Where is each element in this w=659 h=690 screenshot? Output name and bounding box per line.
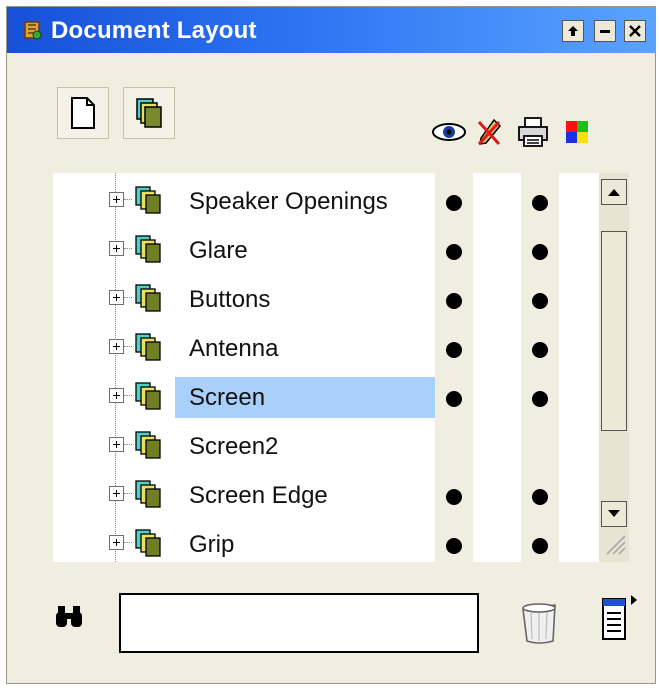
restore-button[interactable] — [562, 20, 584, 42]
printable-dot[interactable] — [532, 195, 548, 211]
resize-grip-icon[interactable] — [601, 528, 627, 556]
no-edit-pencil-icon — [477, 118, 502, 146]
expand-icon[interactable] — [109, 241, 124, 256]
expand-icon[interactable] — [109, 388, 124, 403]
layer-stack-icon — [135, 480, 161, 508]
duplicate-pages-icon — [136, 98, 162, 128]
printable-dot[interactable] — [532, 489, 548, 505]
expand-icon[interactable] — [109, 192, 124, 207]
scroll-down-button[interactable] — [601, 501, 627, 527]
editable-column-header[interactable] — [473, 117, 507, 147]
tree-branch-line — [124, 346, 132, 347]
restore-arrow-icon — [568, 26, 578, 36]
layer-name: Screen Edge — [189, 482, 328, 509]
new-page-icon — [71, 97, 95, 129]
visible-dot[interactable] — [446, 342, 462, 358]
visible-dot[interactable] — [446, 489, 462, 505]
tree-branch-line — [124, 542, 132, 543]
visible-dot[interactable] — [446, 293, 462, 309]
printer-icon — [518, 117, 548, 147]
layer-name: Grip — [189, 531, 235, 558]
layer-stack-icon — [135, 333, 161, 361]
layer-name: Buttons — [189, 286, 271, 313]
visible-dot[interactable] — [446, 538, 462, 554]
visible-dot[interactable] — [446, 391, 462, 407]
visible-dot[interactable] — [446, 244, 462, 260]
layer-stack-icon — [135, 431, 161, 459]
panel-menu-icon[interactable] — [593, 591, 649, 647]
find-layer-input[interactable] — [119, 593, 479, 653]
vertical-scrollbar[interactable] — [599, 173, 629, 562]
binoculars-icon — [56, 606, 82, 627]
layer-name: Glare — [189, 237, 248, 264]
layer-row[interactable]: Glare — [53, 227, 599, 276]
layer-row-selected[interactable]: Screen — [53, 374, 599, 423]
arrow-up-icon — [608, 189, 620, 196]
close-icon — [629, 25, 641, 37]
title-bar[interactable]: Document Layout — [7, 7, 655, 53]
expand-icon[interactable] — [109, 437, 124, 452]
trash-icon[interactable] — [519, 599, 561, 647]
close-button[interactable] — [624, 20, 646, 42]
scroll-up-button[interactable] — [601, 179, 627, 205]
window-title: Document Layout — [51, 17, 257, 44]
new-page-button[interactable] — [57, 87, 109, 139]
tree-branch-line — [124, 395, 132, 396]
tree-branch-line — [124, 297, 132, 298]
expand-icon[interactable] — [109, 339, 124, 354]
layer-row[interactable]: Antenna — [53, 325, 599, 374]
color-column-header[interactable] — [559, 117, 595, 147]
layer-row[interactable]: Speaker Openings — [53, 178, 599, 227]
app-icon — [24, 21, 42, 40]
tree-branch-line — [124, 493, 132, 494]
visibility-column-header[interactable] — [429, 117, 469, 147]
printable-dot[interactable] — [532, 293, 548, 309]
layer-row[interactable]: Buttons — [53, 276, 599, 325]
eye-icon — [432, 123, 466, 141]
minimize-button[interactable] — [594, 20, 616, 42]
printable-dot[interactable] — [532, 244, 548, 260]
layer-name: Screen2 — [189, 433, 279, 460]
layer-name: Screen — [189, 384, 266, 411]
expand-icon[interactable] — [109, 290, 124, 305]
printable-dot[interactable] — [532, 538, 548, 554]
minimize-icon — [600, 30, 610, 33]
layer-row[interactable]: Grip — [53, 521, 599, 562]
layer-list[interactable]: Speaker Openings Glare Buttons Antenna S… — [53, 173, 629, 562]
layer-stack-icon — [135, 186, 161, 214]
expand-icon[interactable] — [109, 535, 124, 550]
layer-stack-icon — [135, 382, 161, 410]
arrow-down-icon — [608, 510, 620, 517]
duplicate-page-button[interactable] — [123, 87, 175, 139]
layer-stack-icon — [135, 235, 161, 263]
scroll-thumb[interactable] — [601, 231, 627, 431]
tree-branch-line — [124, 199, 132, 200]
color-squares-icon — [566, 121, 588, 143]
tree-branch-line — [124, 444, 132, 445]
expand-icon[interactable] — [109, 486, 124, 501]
document-layout-window: Document Layout Speaker Openings Glare B… — [6, 6, 656, 684]
layer-name: Antenna — [189, 335, 279, 362]
tree-branch-line — [124, 248, 132, 249]
layer-stack-icon — [135, 529, 161, 557]
visible-dot[interactable] — [446, 195, 462, 211]
layer-stack-icon — [135, 284, 161, 312]
printable-dot[interactable] — [532, 391, 548, 407]
layer-row[interactable]: Screen Edge — [53, 472, 599, 521]
layer-name: Speaker Openings — [189, 188, 388, 215]
printable-dot[interactable] — [532, 342, 548, 358]
printable-column-header[interactable] — [513, 117, 553, 147]
layer-row[interactable]: Screen2 — [53, 423, 599, 472]
